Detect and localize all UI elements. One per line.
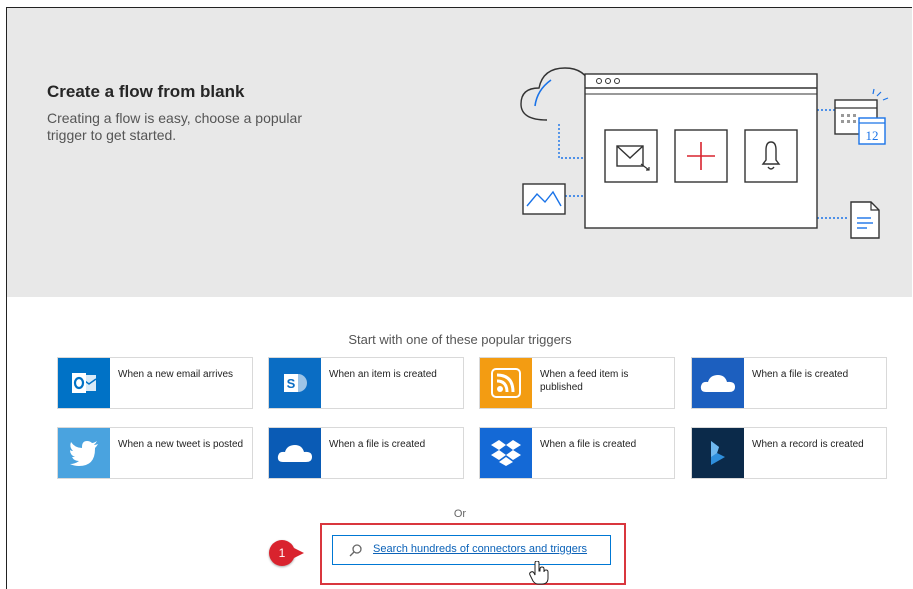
trigger-label: When a new email arrives: [118, 369, 234, 380]
trigger-rss-feed-item[interactable]: When a feed item is published: [479, 357, 675, 409]
sharepoint-icon: S: [269, 358, 321, 408]
image-icon: [522, 183, 566, 215]
dropbox-icon: [480, 428, 532, 478]
or-separator: Or: [453, 508, 467, 520]
svg-text:S: S: [287, 376, 296, 391]
onedrive-icon: [269, 428, 321, 478]
outlook-icon: [58, 358, 110, 408]
trigger-onedrive-business-file-created[interactable]: When a file is created: [268, 427, 464, 479]
trigger-label: When a feed item is published: [540, 369, 629, 393]
trigger-label: When a record is created: [752, 439, 864, 450]
trigger-outlook-new-email[interactable]: When a new email arrives: [57, 357, 253, 409]
trigger-sharepoint-item-created[interactable]: S When an item is created: [268, 357, 464, 409]
page-title: Create a flow from blank: [47, 82, 245, 101]
trigger-twitter-new-tweet[interactable]: When a new tweet is posted: [57, 427, 253, 479]
hero-banner: Create a flow from blank Creating a flow…: [7, 8, 912, 297]
trigger-label: When an item is created: [329, 369, 437, 380]
trigger-dropbox-file-created[interactable]: When a file is created: [479, 427, 675, 479]
rss-icon: [480, 358, 532, 408]
search-connectors-label: Search hundreds of connectors and trigge…: [373, 543, 588, 555]
trigger-onedrive-file-created[interactable]: When a file is created: [691, 357, 887, 409]
trigger-label: When a file is created: [540, 439, 637, 450]
calendar-day: 12: [866, 128, 879, 143]
step-badge: 1: [269, 540, 304, 566]
flow-illustration: 12: [520, 67, 889, 239]
triggers-heading: Start with one of these popular triggers: [348, 332, 572, 347]
trigger-dynamics-record-created[interactable]: When a record is created: [691, 427, 887, 479]
search-connectors-button[interactable]: Search hundreds of connectors and trigge…: [332, 535, 611, 565]
onedrive-icon: [692, 358, 744, 408]
trigger-label: When a file is created: [329, 439, 426, 450]
search-icon: [349, 544, 362, 557]
flow-page: Create a flow from blank Creating a flow…: [6, 7, 912, 589]
page-subtitle: Creating a flow is easy, choose a popula…: [47, 110, 302, 143]
dynamics-icon: [692, 428, 744, 478]
trigger-label: When a new tweet is posted: [118, 439, 244, 450]
document-icon: [850, 201, 880, 239]
twitter-icon: [58, 428, 110, 478]
hand-cursor-icon: [529, 561, 549, 585]
trigger-label: When a file is created: [752, 369, 849, 380]
